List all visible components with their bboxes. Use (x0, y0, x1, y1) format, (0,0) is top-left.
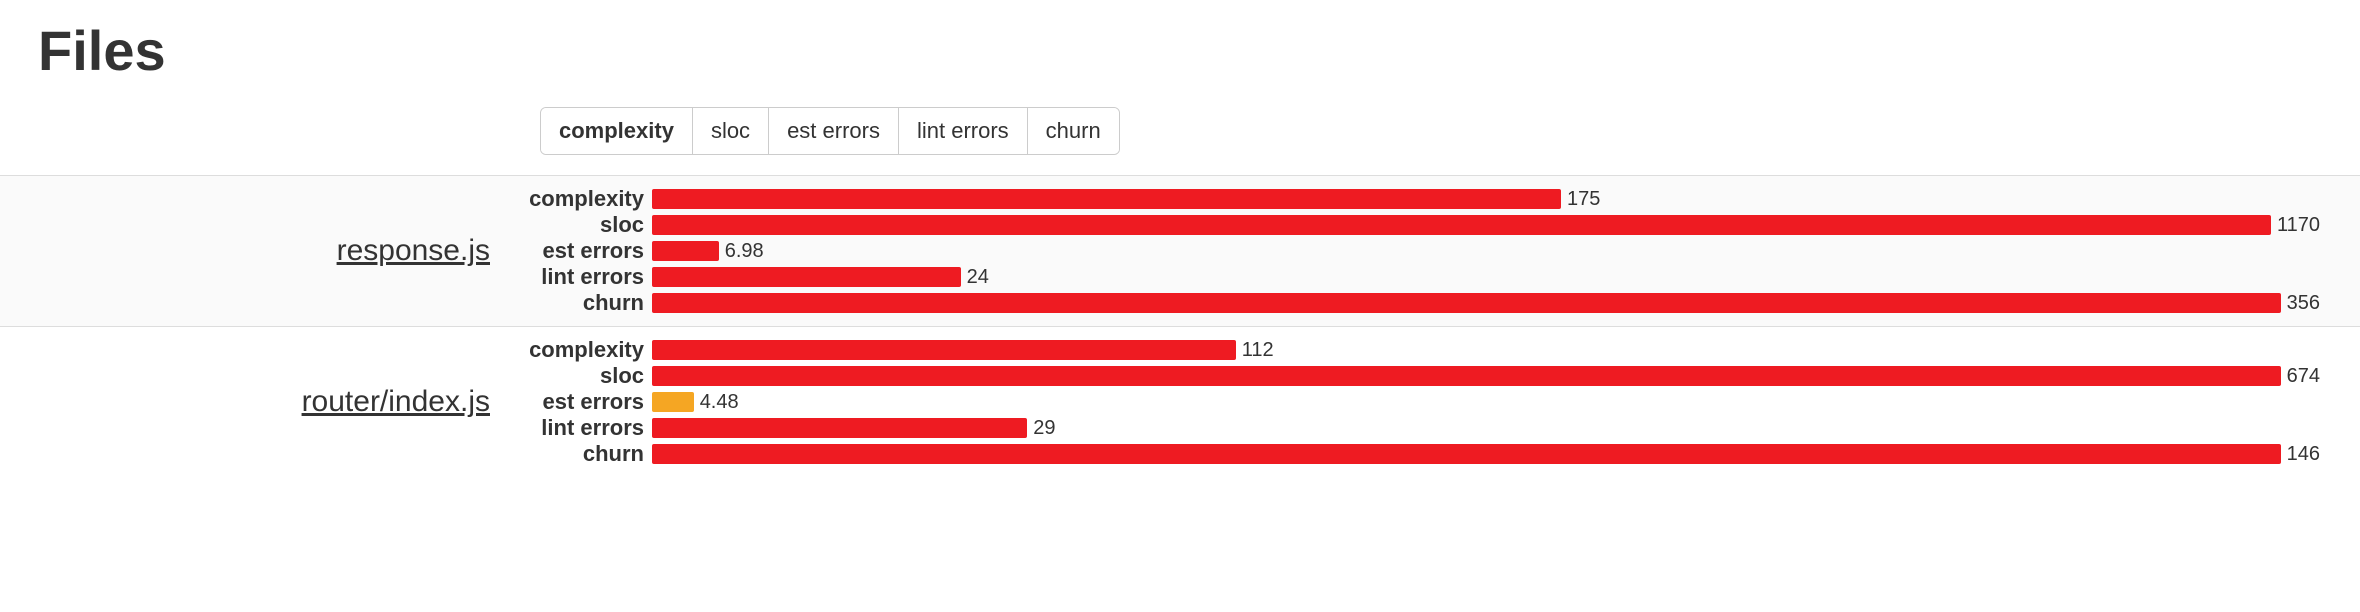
bar (652, 189, 1561, 209)
metric-label: est errors (520, 389, 652, 415)
metric-label: lint errors (520, 264, 652, 290)
metric-label: complexity (520, 186, 652, 212)
metric-row: est errors 4.48 (520, 389, 2320, 415)
metric-row: sloc 674 (520, 363, 2320, 389)
metric-tabs: complexityslocest errorslint errorschurn (540, 107, 2360, 155)
metrics-col: complexity 112 sloc 674 est errors 4.48 lint e… (520, 337, 2360, 467)
bar-track: 4.48 (652, 392, 2320, 412)
tab-est-errors[interactable]: est errors (769, 108, 899, 154)
tab-churn[interactable]: churn (1028, 108, 1119, 154)
bar-value: 175 (1567, 189, 1600, 209)
file-name-col: router/index.js (0, 385, 520, 419)
bar (652, 293, 2281, 313)
file-name-col: response.js (0, 234, 520, 268)
bar (652, 340, 1236, 360)
metric-label: churn (520, 290, 652, 316)
bar-track: 146 (652, 444, 2320, 464)
metric-label: est errors (520, 238, 652, 264)
bar-value: 24 (967, 267, 989, 287)
bar-value: 674 (2287, 366, 2320, 386)
files-list: response.js complexity 175 sloc 1170 est erro… (0, 175, 2360, 477)
metric-tab-group: complexityslocest errorslint errorschurn (540, 107, 1120, 155)
tab-sloc[interactable]: sloc (693, 108, 769, 154)
metrics-col: complexity 175 sloc 1170 est errors 6.98 lint … (520, 186, 2360, 316)
bar-value: 4.48 (700, 392, 739, 412)
bar-track: 175 (652, 189, 2320, 209)
bar (652, 241, 719, 261)
metric-row: complexity 112 (520, 337, 2320, 363)
bar-value: 6.98 (725, 241, 764, 261)
metric-label: complexity (520, 337, 652, 363)
bar-value: 112 (1242, 340, 1274, 360)
tab-complexity[interactable]: complexity (541, 108, 693, 154)
bar (652, 366, 2281, 386)
bar (652, 418, 1027, 438)
bar-value: 146 (2287, 444, 2320, 464)
metric-label: churn (520, 441, 652, 467)
bar-track: 674 (652, 366, 2320, 386)
bar-track: 1170 (652, 215, 2320, 235)
file-block: router/index.js complexity 112 sloc 674 est e… (0, 326, 2360, 477)
bar-value: 1170 (2277, 215, 2320, 235)
metric-label: lint errors (520, 415, 652, 441)
bar (652, 267, 961, 287)
bar-track: 112 (652, 340, 2320, 360)
file-link[interactable]: response.js (337, 234, 490, 267)
metric-row: lint errors 24 (520, 264, 2320, 290)
bar-value: 356 (2287, 293, 2320, 313)
bar-track: 24 (652, 267, 2320, 287)
metric-label: sloc (520, 212, 652, 238)
metric-row: sloc 1170 (520, 212, 2320, 238)
file-block: response.js complexity 175 sloc 1170 est erro… (0, 175, 2360, 326)
bar-track: 6.98 (652, 241, 2320, 261)
file-link[interactable]: router/index.js (302, 385, 490, 418)
metric-row: churn 356 (520, 290, 2320, 316)
metric-label: sloc (520, 363, 652, 389)
bar (652, 215, 2271, 235)
page-title: Files (38, 18, 2360, 83)
bar-value: 29 (1033, 418, 1055, 438)
bar (652, 444, 2281, 464)
metric-row: complexity 175 (520, 186, 2320, 212)
bar-track: 356 (652, 293, 2320, 313)
metric-row: lint errors 29 (520, 415, 2320, 441)
metric-row: est errors 6.98 (520, 238, 2320, 264)
tab-lint-errors[interactable]: lint errors (899, 108, 1028, 154)
bar-track: 29 (652, 418, 2320, 438)
bar (652, 392, 694, 412)
metric-row: churn 146 (520, 441, 2320, 467)
page: Files complexityslocest errorslint error… (0, 18, 2360, 477)
